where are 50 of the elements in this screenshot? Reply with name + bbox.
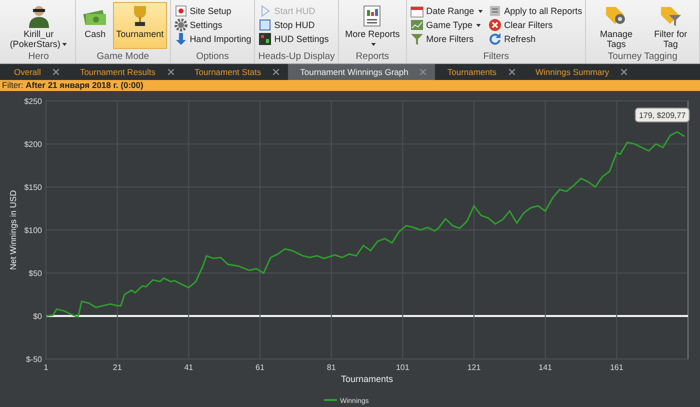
ribbon-button[interactable]: More Filters [410, 32, 484, 46]
x-tick-label: 121 [467, 363, 481, 372]
ribbon-button[interactable]: Clear Filters [488, 18, 582, 32]
x-tick-label: 41 [184, 363, 194, 372]
x-axis-title: Tournaments [340, 374, 394, 384]
y-tick-label: $50 [28, 269, 42, 278]
ribbon-button[interactable]: Game Type [410, 18, 484, 32]
group-label: Filters [482, 50, 510, 63]
y-tick-label: $100 [24, 226, 42, 235]
x-tick-label: 81 [326, 363, 336, 372]
report-tab[interactable]: Tournaments [435, 64, 524, 80]
group-label: Heads-Up Display [258, 50, 335, 63]
ribbon-button[interactable]: Hand Importing [174, 32, 252, 46]
y-tick-label: $-50 [26, 355, 42, 364]
x-tick-label: 141 [538, 363, 552, 372]
ribbon-button[interactable]: Manage Tags [589, 2, 644, 49]
ribbon-button[interactable]: Filter for Tag [645, 2, 696, 49]
ribbon-button[interactable]: Stop HUD [258, 18, 329, 32]
ribbon-button[interactable]: Apply to all Reports [488, 4, 582, 18]
report-tab[interactable]: Overall [2, 64, 68, 80]
ribbon-button[interactable]: Refresh [488, 32, 582, 46]
filter-bar: Filter: After 21 января 2018 г. (0:00) [0, 80, 700, 91]
group-label: Options [195, 50, 230, 63]
value-tooltip: 179, $209,77 [634, 107, 690, 122]
ribbon-button[interactable]: Cash [79, 2, 112, 49]
report-tab[interactable]: Tournament Winnings Graph [288, 64, 436, 80]
y-tick-label: $0 [33, 312, 42, 321]
ribbon-button[interactable]: Settings [174, 18, 252, 32]
ribbon-button[interactable]: Kirill_ur (PokerStars) [5, 2, 72, 49]
y-tick-label: $200 [24, 140, 42, 149]
x-tick-label: 101 [396, 363, 410, 372]
report-tab[interactable]: Winnings Summary [524, 64, 636, 80]
group-label: Reports [354, 50, 390, 63]
x-tick-label: 161 [610, 363, 624, 372]
report-tab[interactable]: Tournament Results [68, 64, 183, 80]
group-label: Hero [27, 50, 50, 63]
y-tick-label: $250 [24, 97, 42, 106]
ribbon-button[interactable]: Site Setup [174, 4, 252, 18]
x-tick-label: 1 [44, 363, 48, 372]
x-tick-label: 61 [256, 363, 264, 372]
report-tab[interactable]: Tournament Stats [182, 64, 288, 80]
y-tick-label: $150 [24, 183, 42, 192]
ribbon-button[interactable]: More Reports [342, 2, 404, 49]
ribbon-button[interactable]: HUD Settings [258, 32, 329, 46]
ribbon-button[interactable]: Tournament [113, 2, 167, 49]
x-tick-label: 21 [112, 363, 122, 372]
y-axis-title: Net Winnings in USD [8, 190, 18, 270]
group-label: Tourney Tagging [606, 50, 678, 63]
ribbon-button[interactable]: Date Range [410, 4, 484, 18]
group-label: Game Mode [96, 50, 150, 63]
